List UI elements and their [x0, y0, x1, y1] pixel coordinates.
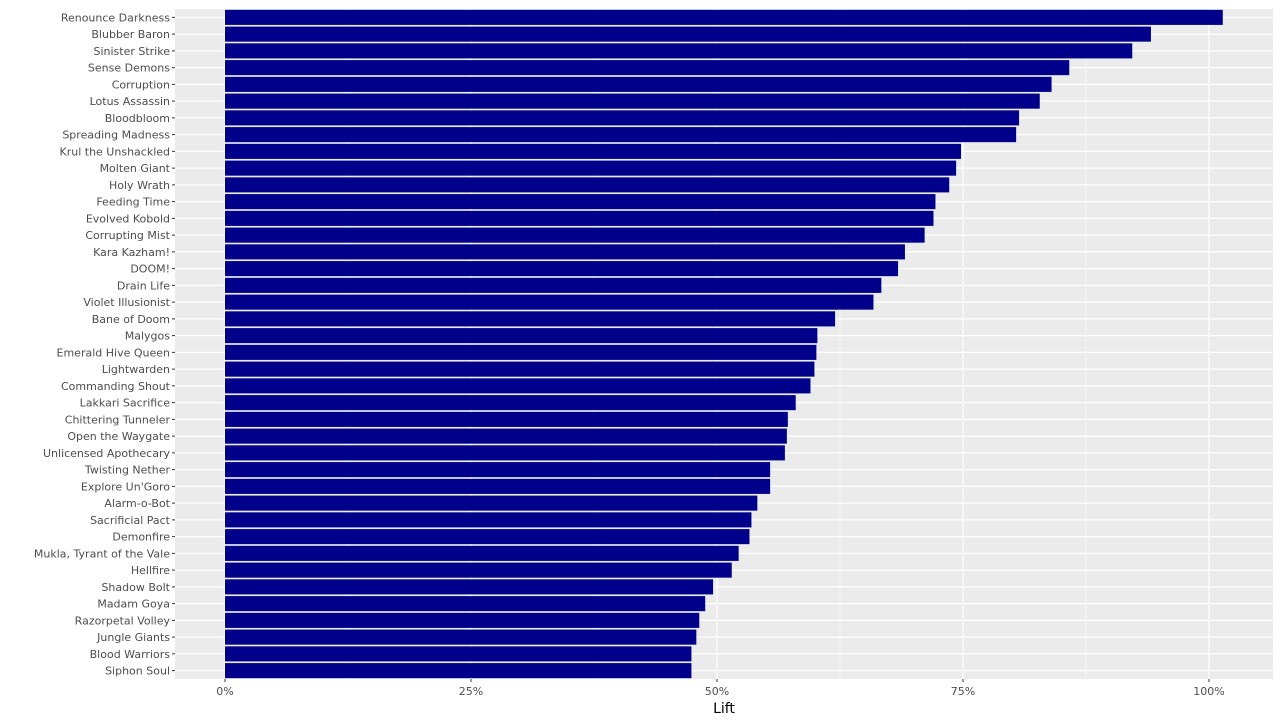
y-tick-label: Explore Un'Goro — [81, 480, 170, 493]
bar — [225, 512, 752, 528]
y-tick-label: Spreading Madness — [62, 129, 170, 142]
y-tick-label: Kara Kazham! — [93, 246, 170, 259]
y-tick-label: Razorpetal Volley — [75, 614, 171, 627]
y-tick-label: Holy Wrath — [109, 179, 170, 192]
bar — [225, 579, 714, 595]
y-tick-label: Unlicensed Apothecary — [43, 447, 171, 460]
bar — [225, 194, 936, 210]
bar — [225, 478, 771, 494]
bar — [225, 629, 697, 645]
bar — [225, 395, 796, 411]
x-tick-label: 50% — [705, 685, 729, 698]
bar — [225, 328, 818, 344]
bar — [225, 143, 962, 159]
bar — [225, 93, 1040, 109]
plot-panel — [175, 9, 1273, 679]
y-tick-label: Lightwarden — [102, 363, 170, 376]
y-tick-label: Malygos — [125, 330, 171, 343]
bar — [225, 76, 1052, 92]
x-tick-label: 0% — [216, 685, 233, 698]
y-tick-label: Drain Life — [117, 279, 170, 292]
y-tick-label: Molten Giant — [100, 162, 171, 175]
bar — [225, 110, 1020, 126]
bar — [225, 462, 771, 478]
bar — [225, 545, 739, 561]
y-tick-label: Emerald Hive Queen — [57, 346, 170, 359]
bar — [225, 227, 925, 243]
bar — [225, 344, 817, 360]
x-tick-label: 100% — [1193, 685, 1224, 698]
y-tick-label: Renounce Darkness — [61, 11, 170, 24]
y-tick-label: Demonfire — [112, 531, 170, 544]
x-axis: 0% 25% 50% 75% 100% — [216, 679, 1225, 698]
bar — [225, 445, 785, 461]
y-tick-label: Hellfire — [131, 564, 170, 577]
y-tick-label: Sense Demons — [88, 62, 170, 75]
y-tick-label: Alarm-o-Bot — [104, 497, 170, 510]
bar — [225, 26, 1151, 42]
bar — [225, 596, 706, 612]
bar — [225, 663, 692, 679]
y-tick-label: Corruption — [112, 78, 170, 91]
y-tick-label: Blood Warriors — [90, 648, 171, 661]
y-tick-label: Lotus Assassin — [90, 95, 170, 108]
y-axis: Renounce Darkness Blubber Baron Sinister S… — [34, 11, 175, 678]
bar — [225, 43, 1133, 59]
x-tick-label: 25% — [459, 685, 483, 698]
bar — [225, 311, 836, 327]
y-tick-label: Open the Waygate — [67, 430, 170, 443]
bar — [225, 495, 758, 511]
bar — [225, 160, 957, 176]
bar — [225, 177, 950, 193]
bar — [225, 411, 788, 427]
bar — [225, 378, 811, 394]
bar — [225, 9, 1223, 25]
bar — [225, 60, 1070, 76]
y-tick-label: Feeding Time — [96, 196, 170, 209]
lift-bar-chart: Renounce Darkness Blubber Baron Sinister S… — [34, 9, 1273, 717]
y-tick-label: Sacrificial Pact — [90, 514, 171, 527]
y-tick-label: Chittering Tunneler — [65, 413, 171, 426]
y-tick-label: Madam Goya — [97, 598, 170, 611]
bar — [225, 612, 700, 628]
y-tick-label: Bloodbloom — [105, 112, 170, 125]
bar — [225, 361, 815, 377]
y-tick-label: Bane of Doom — [92, 313, 170, 326]
bar — [225, 127, 1017, 143]
x-axis-title: Lift — [713, 701, 735, 717]
y-tick-label: Krul the Unshackled — [60, 145, 171, 158]
y-tick-label: Corrupting Mist — [85, 229, 170, 242]
bar — [225, 261, 899, 277]
bar — [225, 210, 934, 226]
bar — [225, 562, 732, 578]
x-tick-label: 75% — [951, 685, 975, 698]
y-tick-label: DOOM! — [130, 263, 170, 276]
y-tick-label: Jungle Giants — [96, 631, 170, 644]
bar — [225, 646, 692, 662]
y-tick-label: Violet Illusionist — [83, 296, 170, 309]
y-tick-label: Twisting Nether — [84, 464, 171, 477]
bar — [225, 244, 905, 260]
y-tick-label: Lakkari Sacrifice — [80, 397, 171, 410]
y-tick-label: Evolved Kobold — [86, 212, 170, 225]
bar — [225, 428, 787, 444]
y-tick-label: Commanding Shout — [61, 380, 171, 393]
bar — [225, 529, 750, 545]
y-tick-label: Mukla, Tyrant of the Vale — [34, 547, 170, 560]
bar — [225, 277, 882, 293]
y-tick-label: Sinister Strike — [93, 45, 170, 58]
y-tick-label: Blubber Baron — [91, 28, 170, 41]
y-tick-label: Siphon Soul — [105, 665, 170, 678]
y-tick-label: Shadow Bolt — [101, 581, 170, 594]
bar — [225, 294, 874, 310]
